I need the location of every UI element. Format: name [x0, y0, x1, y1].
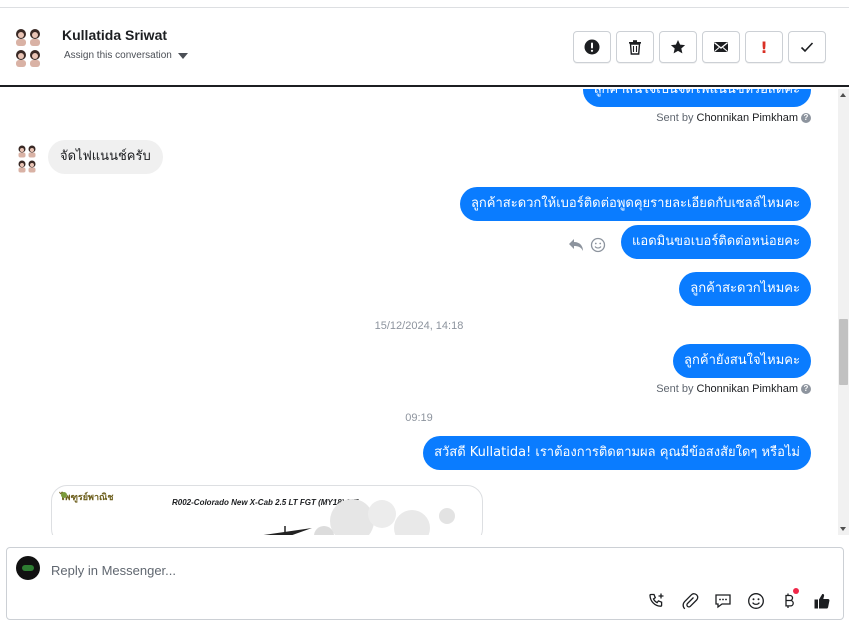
message-hover-actions — [568, 237, 606, 253]
notification-dot — [793, 588, 799, 594]
message-thread[interactable]: ลูกค้าสนใจเป็นจัดไฟแนนซ์หรือสดคะ Sent by… — [0, 89, 838, 535]
message-outgoing[interactable]: สวัสดี Kullatida! เราต้องการติดตามผล คุณ… — [423, 436, 811, 470]
message-outgoing[interactable]: ลูกค้าสะดวกให้เบอร์ติดต่อพูดคุยรายละเอีย… — [459, 187, 811, 221]
message-outgoing[interactable]: ลูกค้าสะดวกไหมคะ — [679, 272, 811, 306]
emoji-icon — [748, 593, 764, 609]
message-outgoing[interactable]: ลูกค้ายังสนใจไหมคะ — [673, 344, 811, 378]
call-add-icon — [649, 593, 664, 607]
payment-button[interactable] — [778, 588, 800, 612]
contact-avatar-small[interactable] — [17, 143, 37, 173]
attach-button[interactable] — [679, 590, 701, 612]
reply-composer — [6, 547, 844, 620]
mark-spam-button[interactable] — [573, 31, 611, 63]
composer-tools — [646, 588, 833, 612]
check-icon — [800, 42, 814, 53]
saved-replies-button[interactable] — [712, 590, 734, 612]
sent-by-name: Chonnikan Pimkham — [696, 383, 799, 395]
attachment-card[interactable]: ไพฑูรย์พาณิช R002-Colorado New X-Cab 2.5… — [51, 485, 483, 535]
thumbs-up-icon — [814, 593, 830, 609]
assign-label: Assign this conversation — [64, 50, 172, 61]
timestamp: 15/12/2024, 14:18 — [374, 320, 464, 332]
message-outgoing[interactable]: แอดมินขอเบอร์ติดต่อหน่อยคะ — [621, 225, 811, 259]
trash-icon — [629, 40, 641, 55]
like-button[interactable] — [811, 590, 833, 612]
saved-reply-icon — [715, 594, 731, 609]
react-emoji-icon[interactable] — [590, 237, 606, 253]
mark-unread-button[interactable] — [702, 31, 740, 63]
scroll-thumb[interactable] — [839, 319, 848, 385]
baht-icon — [785, 593, 794, 608]
scroll-up-arrow-icon[interactable] — [840, 93, 846, 97]
call-add-button[interactable] — [646, 590, 668, 612]
exclamation-icon: ! — [760, 37, 768, 57]
mark-done-button[interactable] — [788, 31, 826, 63]
scroll-down-arrow-icon[interactable] — [840, 527, 846, 531]
follow-up-button[interactable]: ! — [745, 31, 783, 63]
star-button[interactable] — [659, 31, 697, 63]
message-outgoing[interactable]: ลูกค้าสนใจเป็นจัดไฟแนนซ์หรือสดคะ — [582, 89, 811, 107]
assign-conversation-dropdown[interactable]: Assign this conversation — [64, 50, 188, 61]
sent-by-prefix: Sent by — [656, 112, 694, 124]
help-icon[interactable]: ? — [801, 384, 811, 394]
thread-scrollbar[interactable] — [838, 89, 849, 535]
header-actions: ! — [573, 31, 826, 63]
delete-button[interactable] — [616, 31, 654, 63]
sent-by-label: Sent by Chonnikan Pimkham ? — [656, 383, 811, 395]
alert-circle-icon — [584, 39, 600, 55]
paperclip-icon — [682, 593, 699, 610]
page-avatar — [16, 556, 40, 580]
messenger-conversation-view: Kullatida Sriwat Assign this conversatio… — [0, 0, 849, 622]
message-incoming[interactable]: จัดไฟแนนช์ครับ — [48, 140, 163, 174]
sent-by-prefix: Sent by — [656, 383, 694, 395]
reply-input[interactable] — [51, 560, 631, 580]
help-icon[interactable]: ? — [801, 113, 811, 123]
mail-icon — [714, 42, 728, 52]
contact-avatar[interactable] — [14, 26, 42, 68]
reply-icon[interactable] — [568, 238, 584, 252]
sent-by-label: Sent by Chonnikan Pimkham ? — [656, 112, 811, 124]
caret-down-icon — [177, 52, 188, 59]
conversation-header: Kullatida Sriwat Assign this conversatio… — [0, 8, 849, 87]
sent-by-name: Chonnikan Pimkham — [696, 112, 799, 124]
emoji-button[interactable] — [745, 590, 767, 612]
timestamp: 09:19 — [405, 412, 433, 424]
card-image — [61, 492, 455, 535]
star-icon — [670, 40, 686, 54]
contact-name[interactable]: Kullatida Sriwat — [62, 27, 167, 43]
